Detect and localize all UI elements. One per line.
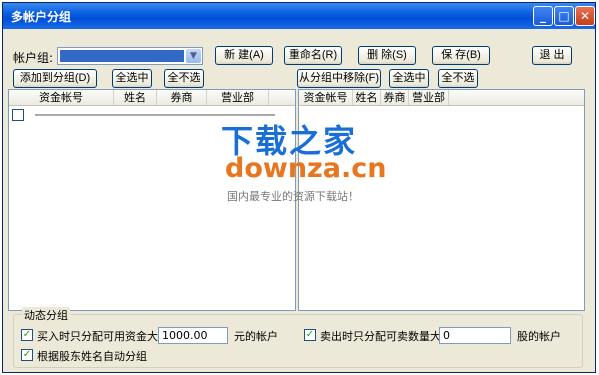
sell-filter-quantity-input[interactable]: 0 <box>439 327 511 344</box>
main-window: 多帐户分组 _ □ ✕ 帐户组: ▼ 新 建(A) 重命名(R) 删 除(S) … <box>2 2 596 373</box>
minimize-icon[interactable]: _ <box>533 6 553 26</box>
sell-filter-checkbox[interactable]: ✓ <box>304 329 316 341</box>
remove-from-group-button[interactable]: 从分组中移除(F) <box>297 69 381 88</box>
right-list-header: 资金帐号 姓名 券商 营业部 <box>299 90 584 106</box>
left-select-all-button[interactable]: 全选中 <box>112 69 152 88</box>
chevron-down-icon[interactable]: ▼ <box>186 49 201 63</box>
window-title: 多帐户分组 <box>11 10 72 24</box>
watermark-slogan: 国内最专业的资源下载站！ <box>227 190 359 203</box>
sell-filter-suffix: 股的帐户 <box>517 330 561 343</box>
column-header-name[interactable]: 姓名 <box>353 90 381 105</box>
dynamic-group-box: 动态分组 ✓ 买入时只分配可用资金大于 1000.00 元的帐户 ✓ 卖出时只分… <box>13 307 583 368</box>
title-bar[interactable]: 多帐户分组 _ □ ✕ <box>3 3 595 29</box>
delete-button[interactable]: 删 除(S) <box>358 46 416 65</box>
dynamic-group-legend: 动态分组 <box>22 307 70 323</box>
rename-button[interactable]: 重命名(R) <box>284 46 342 65</box>
auto-group-label: 根据股东姓名自动分组 <box>37 350 147 363</box>
row-checkbox[interactable] <box>12 109 24 121</box>
buy-filter-label: 买入时只分配可用资金大于 <box>37 330 169 343</box>
buy-filter-checkbox[interactable]: ✓ <box>21 329 33 341</box>
add-to-group-button[interactable]: 添加到分组(D) <box>13 69 97 88</box>
column-header-broker[interactable]: 券商 <box>157 90 207 105</box>
left-list-header: 资金帐号 姓名 券商 营业部 <box>9 90 295 106</box>
right-select-all-button[interactable]: 全选中 <box>389 69 429 88</box>
left-select-none-button[interactable]: 全不选 <box>164 69 204 88</box>
auto-group-checkbox[interactable]: ✓ <box>21 349 33 361</box>
column-header-account[interactable]: 资金帐号 <box>9 90 114 105</box>
column-header-broker[interactable]: 券商 <box>381 90 409 105</box>
column-header-branch[interactable]: 营业部 <box>207 90 269 105</box>
column-header-name[interactable]: 姓名 <box>114 90 157 105</box>
sell-filter-label: 卖出时只分配可卖数量大于 <box>320 330 452 343</box>
watermark-url: downza.cn <box>225 153 387 184</box>
column-header-branch[interactable]: 营业部 <box>409 90 449 105</box>
account-group-select[interactable]: ▼ <box>57 47 203 65</box>
right-select-none-button[interactable]: 全不选 <box>438 69 478 88</box>
buy-filter-suffix: 元的帐户 <box>234 330 278 343</box>
new-button[interactable]: 新 建(A) <box>215 46 273 65</box>
combo-selection <box>60 50 184 62</box>
close-icon[interactable]: ✕ <box>575 6 595 26</box>
maximize-icon[interactable]: □ <box>554 6 574 26</box>
exit-button[interactable]: 退 出 <box>532 46 572 65</box>
save-button[interactable]: 保 存(B) <box>432 46 490 65</box>
buy-filter-amount-input[interactable]: 1000.00 <box>158 327 228 344</box>
column-header-account[interactable]: 资金帐号 <box>299 90 353 105</box>
account-group-label: 帐户组: <box>13 51 54 65</box>
